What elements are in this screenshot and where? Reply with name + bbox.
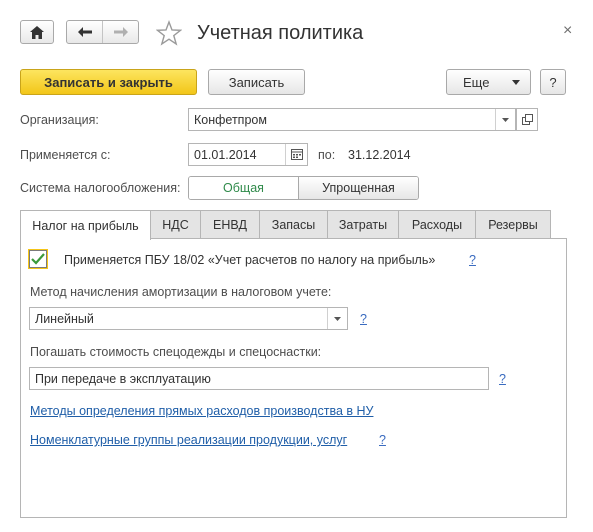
favorite-button[interactable]: [155, 20, 183, 46]
back-button[interactable]: [67, 21, 102, 43]
organization-field[interactable]: Конфетпром: [188, 108, 516, 131]
tab-inventory[interactable]: Запасы: [259, 210, 328, 239]
direct-costs-methods-link[interactable]: Методы определения прямых расходов произ…: [30, 403, 373, 419]
forward-button[interactable]: [102, 21, 138, 43]
tax-system-selector: Общая Упрощенная: [188, 176, 419, 200]
star-icon: [155, 20, 183, 46]
depreciation-value: Линейный: [35, 311, 94, 326]
organization-dropdown-button[interactable]: [495, 109, 515, 130]
organization-value: Конфетпром: [194, 112, 267, 127]
depreciation-label: Метод начисления амортизации в налоговом…: [30, 285, 332, 299]
pbu-checkbox[interactable]: [29, 250, 47, 268]
applies-from-date-field[interactable]: 01.01.2014: [188, 143, 308, 166]
save-and-close-button[interactable]: Записать и закрыть: [20, 69, 197, 95]
organization-label: Организация:: [20, 113, 99, 127]
tax-system-label: Система налогообложения:: [20, 181, 181, 195]
applies-from-label: Применяется с:: [20, 148, 111, 162]
chevron-down-icon: [502, 117, 509, 122]
more-menu-button[interactable]: Еще: [446, 69, 531, 95]
tab-vat[interactable]: НДС: [150, 210, 201, 239]
calendar-icon: [290, 149, 303, 160]
tab-costs[interactable]: Затраты: [327, 210, 399, 239]
tax-system-option-simplified[interactable]: Упрощенная: [299, 177, 418, 199]
tab-reserves[interactable]: Резервы: [475, 210, 551, 239]
nomenclature-help-link[interactable]: ?: [379, 432, 386, 448]
save-button[interactable]: Записать: [208, 69, 305, 95]
depreciation-dropdown-button[interactable]: [327, 308, 347, 329]
pbu-label: Применяется ПБУ 18/02 «Учет расчетов по …: [64, 253, 436, 267]
chevron-down-icon: [512, 80, 520, 85]
nomenclature-groups-link[interactable]: Номенклатурные группы реализации продукц…: [30, 432, 347, 448]
home-button[interactable]: [20, 20, 54, 44]
pbu-help-link[interactable]: ?: [469, 252, 476, 268]
help-button[interactable]: ?: [540, 69, 566, 95]
tab-expenses[interactable]: Расходы: [398, 210, 476, 239]
workwear-field[interactable]: При передаче в эксплуатацию: [29, 367, 489, 390]
organization-open-button[interactable]: [516, 108, 538, 131]
close-icon[interactable]: ×: [563, 22, 572, 40]
open-window-icon: [521, 114, 533, 125]
workwear-label: Погашать стоимость спецодежды и спецосна…: [30, 345, 322, 359]
more-label: Еще: [463, 74, 490, 90]
workwear-help-link[interactable]: ?: [499, 371, 506, 387]
home-icon: [30, 25, 44, 39]
history-navigation: [66, 20, 139, 44]
checkmark-icon: [31, 253, 45, 265]
workwear-value: При передаче в эксплуатацию: [35, 371, 211, 386]
window-title: Учетная политика: [197, 22, 364, 44]
applies-from-value: 01.01.2014: [194, 147, 257, 162]
arrow-right-icon: [113, 27, 128, 37]
tax-system-option-general[interactable]: Общая: [189, 177, 299, 199]
applies-to-value: 31.12.2014: [348, 148, 411, 162]
tab-income-tax[interactable]: Налог на прибыль: [20, 210, 151, 240]
tab-envd[interactable]: ЕНВД: [200, 210, 260, 239]
arrow-left-icon: [77, 27, 92, 37]
calendar-button[interactable]: [285, 144, 307, 165]
depreciation-select[interactable]: Линейный: [29, 307, 348, 330]
chevron-down-icon: [334, 316, 341, 321]
depreciation-help-link[interactable]: ?: [360, 311, 367, 327]
applies-to-label: по:: [318, 148, 336, 162]
